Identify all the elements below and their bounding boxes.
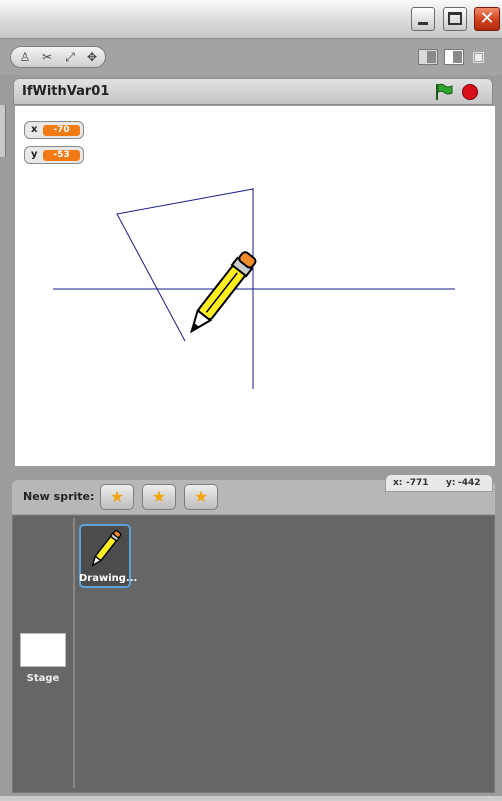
choose-sprite-from-file-icon: ★ [151, 487, 167, 506]
mouse-x-label: x: [393, 478, 403, 488]
stop-icon[interactable] [462, 84, 478, 100]
stage[interactable]: x -70 y -53 [15, 106, 495, 466]
mouse-y-label: y: [446, 478, 456, 488]
choose-sprite-from-file-button[interactable]: ★ [142, 484, 176, 510]
delete-scissors-icon[interactable]: ✂ [38, 49, 56, 65]
pencil-icon [91, 529, 122, 567]
stage-thumbnail[interactable] [20, 633, 66, 667]
project-title: IfWithVar01 [22, 84, 110, 99]
stage-column-divider [73, 518, 75, 788]
paint-new-sprite-icon: ★ [109, 487, 125, 506]
sprite-tools-group: ♙ ✂ ⤢ ✥ [10, 46, 106, 68]
maximize-button[interactable] [443, 7, 467, 31]
minimize-button[interactable] [411, 7, 435, 31]
close-button[interactable]: ✕ [474, 7, 500, 31]
watcher-value: -53 [43, 150, 80, 161]
window-title-bar: ✕ [0, 0, 502, 39]
shrink-icon[interactable]: ✥ [83, 49, 101, 65]
window-bottom-edge [0, 796, 502, 801]
toolbar: ♙ ✂ ⤢ ✥ ▣ [0, 39, 502, 75]
scripts-pane-edge[interactable] [0, 105, 6, 157]
grow-icon[interactable]: ⤢ [61, 49, 79, 65]
pencil-sprite[interactable] [177, 244, 267, 344]
duplicate-stamp-icon[interactable]: ♙ [16, 49, 34, 65]
paint-new-sprite-button[interactable]: ★ [100, 484, 134, 510]
variable-watcher-y[interactable]: y -53 [24, 146, 84, 164]
sprite-name: Drawing... [79, 573, 138, 584]
watcher-label: x [31, 124, 38, 135]
stage-header: IfWithVar01 [13, 78, 493, 105]
watcher-label: y [31, 149, 38, 160]
presentation-mode-icon[interactable]: ▣ [472, 49, 492, 65]
mouse-x-value: -771 [406, 478, 429, 488]
mouse-coordinates: x: -771 y: -442 [385, 474, 493, 492]
new-sprite-label: New sprite: [23, 490, 95, 503]
get-surprise-sprite-button[interactable]: ★ [184, 484, 218, 510]
normal-stage-mode-icon[interactable] [444, 49, 464, 65]
minimize-icon [418, 22, 428, 25]
green-flag-icon[interactable] [434, 83, 454, 101]
variable-watcher-x[interactable]: x -70 [24, 121, 84, 139]
small-stage-mode-icon[interactable] [418, 49, 438, 65]
mouse-y-value: -442 [458, 478, 481, 488]
close-icon: ✕ [479, 8, 495, 29]
stage-label: Stage [26, 673, 60, 684]
maximize-icon [448, 12, 462, 25]
get-surprise-sprite-icon: ★ [193, 487, 209, 506]
watcher-value: -70 [43, 125, 80, 136]
